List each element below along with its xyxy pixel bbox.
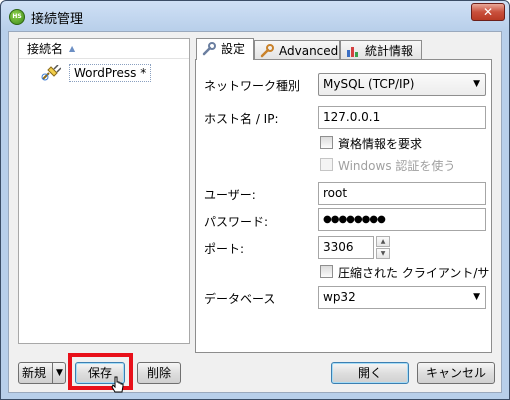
session-item-label: WordPress * [69,64,152,82]
list-header-name[interactable]: 接続名 ▲ [19,39,189,59]
user-label: ユーザー: [204,188,256,202]
wrench-icon [260,44,274,58]
tab-settings-label: 設定 [221,42,246,56]
wrench-icon [202,42,216,56]
port-increment-button[interactable]: ▲ [376,236,390,247]
tab-statistics-label: 統計情報 [365,44,414,58]
chevron-down-icon: ▼ [473,292,480,302]
new-button[interactable]: 新規 ▼ [18,362,66,384]
tab-statistics[interactable]: 統計情報 [340,40,422,60]
compressed-protocol-label: 圧縮された クライアント/サ [338,266,490,280]
password-input[interactable]: ●●●●●●●● [318,208,486,231]
cancel-button[interactable]: キャンセル [417,362,495,384]
network-type-value: MySQL (TCP/IP) [323,77,415,91]
hand-pointer-icon [111,376,124,393]
windows-auth-label: Windows 認証を使う [338,159,456,173]
windows-auth-checkbox[interactable] [320,158,333,171]
settings-panel: ネットワーク種別 MySQL (TCP/IP) ▼ ホスト名 / IP: 127… [195,59,492,353]
list-header-label: 接続名 [27,42,64,56]
new-button-label: 新規 [22,366,47,380]
host-label: ホスト名 / IP: [204,112,279,126]
tab-advanced[interactable]: Advanced [254,40,340,60]
close-button[interactable]: ✕ [471,3,505,21]
password-label: パスワード: [204,215,269,229]
session-list: 接続名 ▲ WordPress * [18,38,190,344]
network-type-label: ネットワーク種別 [204,79,301,93]
chevron-down-icon: ▼ [473,79,480,89]
database-label: データベース [204,292,276,306]
host-input[interactable]: 127.0.0.1 [318,106,486,129]
delete-button[interactable]: 削除 [137,362,181,384]
app-icon: HS [9,9,25,25]
window-title: 接続管理 [31,12,84,27]
request-credentials-label: 資格情報を要求 [338,137,423,151]
title-bar: HS 接続管理 ✕ [1,1,509,31]
connection-manager-window: HS 接続管理 ✕ 接続名 ▲ WordPress * 設定 Advanced … [0,0,510,400]
user-input[interactable]: root [318,182,486,205]
tab-settings[interactable]: 設定 [196,38,254,60]
port-label: ポート: [204,242,245,256]
database-select[interactable]: wp32 ▼ [318,286,486,309]
new-dropdown-arrow-icon[interactable]: ▼ [52,363,66,383]
port-input[interactable]: 3306 [318,236,374,259]
sort-ascending-icon: ▲ [69,44,76,53]
network-type-select[interactable]: MySQL (TCP/IP) ▼ [318,73,486,96]
tab-advanced-label: Advanced [279,44,339,58]
bar-chart-icon [347,47,358,57]
request-credentials-checkbox[interactable] [320,136,333,149]
compressed-protocol-checkbox[interactable] [320,265,333,278]
port-decrement-button[interactable]: ▼ [376,248,390,259]
plug-icon [41,65,61,81]
open-button[interactable]: 開く [331,362,409,384]
dialog-body: 接続名 ▲ WordPress * 設定 Advanced 統計情報 ネットワー… [8,31,502,393]
database-value: wp32 [323,290,356,304]
